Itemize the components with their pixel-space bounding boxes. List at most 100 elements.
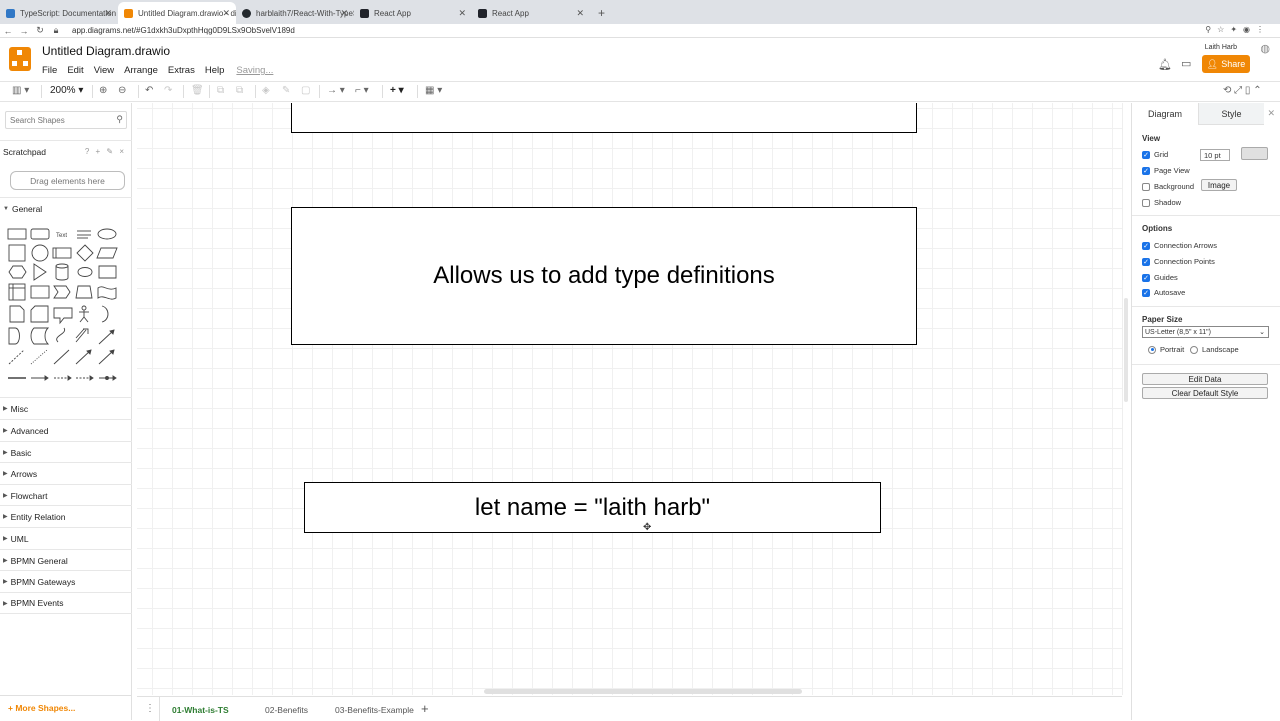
- user-name[interactable]: Laith Harb: [1205, 44, 1237, 51]
- menu-help[interactable]: Help: [205, 65, 225, 76]
- back-icon[interactable]: ←: [0, 26, 16, 36]
- globe-icon[interactable]: ◍: [1260, 42, 1270, 55]
- menu-extras[interactable]: Extras: [168, 65, 195, 76]
- shadow-checkbox[interactable]: [1142, 198, 1150, 207]
- close-tab-icon[interactable]: ✕: [222, 8, 230, 19]
- library-entity-relation[interactable]: ▶ Entity Relation: [0, 505, 132, 527]
- grid-color-button[interactable]: [1241, 147, 1268, 160]
- page-view-checkbox[interactable]: ✓: [1142, 166, 1150, 175]
- line-color-icon[interactable]: ✎: [282, 85, 290, 96]
- more-shapes-button[interactable]: + More Shapes...: [8, 703, 75, 713]
- page-tab-03[interactable]: 03-Benefits-Example: [335, 705, 414, 715]
- paper-size-select[interactable]: US-Letter (8,5" x 11") ⌄: [1142, 326, 1269, 338]
- search-icon[interactable]: ⚲: [116, 114, 123, 125]
- reload-icon[interactable]: ↻: [32, 25, 48, 36]
- library-flowchart[interactable]: ▶ Flowchart: [0, 484, 132, 506]
- library-uml[interactable]: ▶ UML: [0, 527, 132, 549]
- page-tab-02[interactable]: 02-Benefits: [265, 705, 308, 715]
- browser-tab-react-2[interactable]: React App ✕: [472, 2, 590, 24]
- autosave-checkbox[interactable]: ✓: [1142, 288, 1150, 297]
- shadow-icon[interactable]: ▢: [301, 85, 310, 96]
- autosave-option[interactable]: ✓ Autosave: [1142, 288, 1185, 297]
- edit-data-button[interactable]: Edit Data: [1142, 373, 1268, 385]
- connection-points-option[interactable]: ✓ Connection Points: [1142, 257, 1215, 266]
- url-text[interactable]: app.diagrams.net/#G1dxkh3uDxpthHqg0D9LSx…: [72, 26, 295, 35]
- zoom-out-icon[interactable]: ⊖: [118, 85, 126, 96]
- general-header[interactable]: ▼ General: [0, 197, 132, 219]
- library-bpmn-events[interactable]: ▶ BPMN Events: [0, 592, 132, 614]
- browser-tab-react-1[interactable]: React App ✕: [354, 2, 472, 24]
- comment-icon[interactable]: ▭: [1181, 57, 1191, 70]
- library-advanced[interactable]: ▶ Advanced: [0, 419, 132, 441]
- connection-arrows-checkbox[interactable]: ✓: [1142, 241, 1150, 250]
- library-arrows[interactable]: ▶ Arrows: [0, 462, 132, 484]
- menu-view[interactable]: View: [94, 65, 114, 76]
- close-panel-icon[interactable]: ✕: [1267, 108, 1275, 119]
- clear-default-style-button[interactable]: Clear Default Style: [1142, 387, 1268, 399]
- document-title[interactable]: Untitled Diagram.drawio: [42, 44, 170, 58]
- undo-icon[interactable]: ↶: [145, 85, 153, 96]
- portrait-radio[interactable]: [1148, 345, 1156, 354]
- tab-style[interactable]: Style: [1198, 103, 1264, 125]
- vertical-scrollbar[interactable]: [1124, 298, 1128, 402]
- grid-option[interactable]: ✓ Grid: [1142, 150, 1168, 159]
- landscape-option[interactable]: Landscape: [1190, 345, 1239, 354]
- background-checkbox[interactable]: [1142, 182, 1150, 191]
- search-input[interactable]: [6, 112, 106, 128]
- shadow-option[interactable]: Shadow: [1142, 198, 1181, 207]
- diagram-box-top[interactable]: [291, 103, 917, 133]
- pages-menu-icon[interactable]: ⋮: [145, 703, 155, 714]
- horizontal-scrollbar[interactable]: [484, 689, 802, 694]
- scratchpad-tools-icons[interactable]: ? + ✎ ×: [85, 147, 126, 156]
- scratchpad-dropzone[interactable]: Drag elements here: [10, 171, 125, 190]
- to-front-icon[interactable]: ⧉: [217, 85, 224, 96]
- close-tab-icon[interactable]: ✕: [104, 8, 112, 19]
- redo-icon[interactable]: ↷: [164, 85, 172, 96]
- forward-icon[interactable]: →: [16, 26, 32, 36]
- guides-checkbox[interactable]: ✓: [1142, 273, 1150, 282]
- library-misc[interactable]: ▶ Misc: [0, 397, 132, 419]
- zoom-select[interactable]: 200% ▾: [50, 85, 83, 96]
- menu-file[interactable]: File: [42, 65, 57, 76]
- grid-checkbox[interactable]: ✓: [1142, 150, 1150, 159]
- browser-tab-drawio[interactable]: Untitled Diagram.drawio - diag ✕: [118, 2, 236, 24]
- delete-icon[interactable]: 🗑︎: [191, 85, 204, 96]
- waypoints-icon[interactable]: ⌐ ▾: [355, 85, 369, 96]
- grid-size-input[interactable]: 10 pt: [1200, 149, 1230, 161]
- new-tab-icon[interactable]: +: [590, 6, 613, 24]
- menu-edit[interactable]: Edit: [67, 65, 83, 76]
- diagram-box-type-definitions[interactable]: Allows us to add type definitions: [291, 207, 917, 345]
- to-back-icon[interactable]: ⧉: [236, 85, 243, 96]
- close-tab-icon[interactable]: ✕: [458, 8, 466, 19]
- general-shapes-grid[interactable]: Text: [6, 226, 126, 386]
- connection-icon[interactable]: → ▾: [327, 85, 345, 96]
- insert-icon[interactable]: + ▾: [390, 85, 404, 96]
- page-view-option[interactable]: ✓ Page View: [1142, 166, 1190, 175]
- table-icon[interactable]: ▦ ▾: [425, 85, 442, 96]
- bell-icon[interactable]: 🔔︎: [1158, 58, 1172, 71]
- close-tab-icon[interactable]: ✕: [340, 8, 348, 19]
- library-basic[interactable]: ▶ Basic: [0, 441, 132, 463]
- connection-points-checkbox[interactable]: ✓: [1142, 257, 1150, 266]
- add-page-icon[interactable]: +: [421, 701, 429, 716]
- format-panel-icon[interactable]: ▥ ▾: [12, 85, 29, 96]
- fit-icons[interactable]: ⟲ ⤢ ▯ ⌃: [1223, 85, 1262, 96]
- shape-search[interactable]: ⚲: [5, 111, 127, 129]
- menu-arrange[interactable]: Arrange: [124, 65, 158, 76]
- connection-arrows-option[interactable]: ✓ Connection Arrows: [1142, 241, 1217, 250]
- zoom-in-icon[interactable]: ⊕: [99, 85, 107, 96]
- close-tab-icon[interactable]: ✕: [576, 8, 584, 19]
- background-option[interactable]: Background: [1142, 182, 1194, 191]
- diagram-box-code-example[interactable]: let name = "laith harb": [304, 482, 881, 533]
- portrait-option[interactable]: Portrait: [1148, 345, 1184, 354]
- landscape-radio[interactable]: [1190, 345, 1198, 354]
- fill-color-icon[interactable]: ◈: [262, 85, 270, 96]
- guides-option[interactable]: ✓ Guides: [1142, 273, 1178, 282]
- tab-diagram[interactable]: Diagram: [1132, 103, 1198, 125]
- browser-tab-github[interactable]: harblaith7/React-With-TypeSc ✕: [236, 2, 354, 24]
- library-bpmn-general[interactable]: ▶ BPMN General: [0, 549, 132, 571]
- image-button[interactable]: Image: [1201, 179, 1237, 191]
- browser-tab-typescript[interactable]: TypeScript: Documentation - H ✕: [0, 2, 118, 24]
- scratchpad-header[interactable]: Scratchpad ? + ✎ ×: [0, 140, 132, 162]
- browser-actions-icons[interactable]: ⚲☆✦◉⋮: [1205, 25, 1270, 34]
